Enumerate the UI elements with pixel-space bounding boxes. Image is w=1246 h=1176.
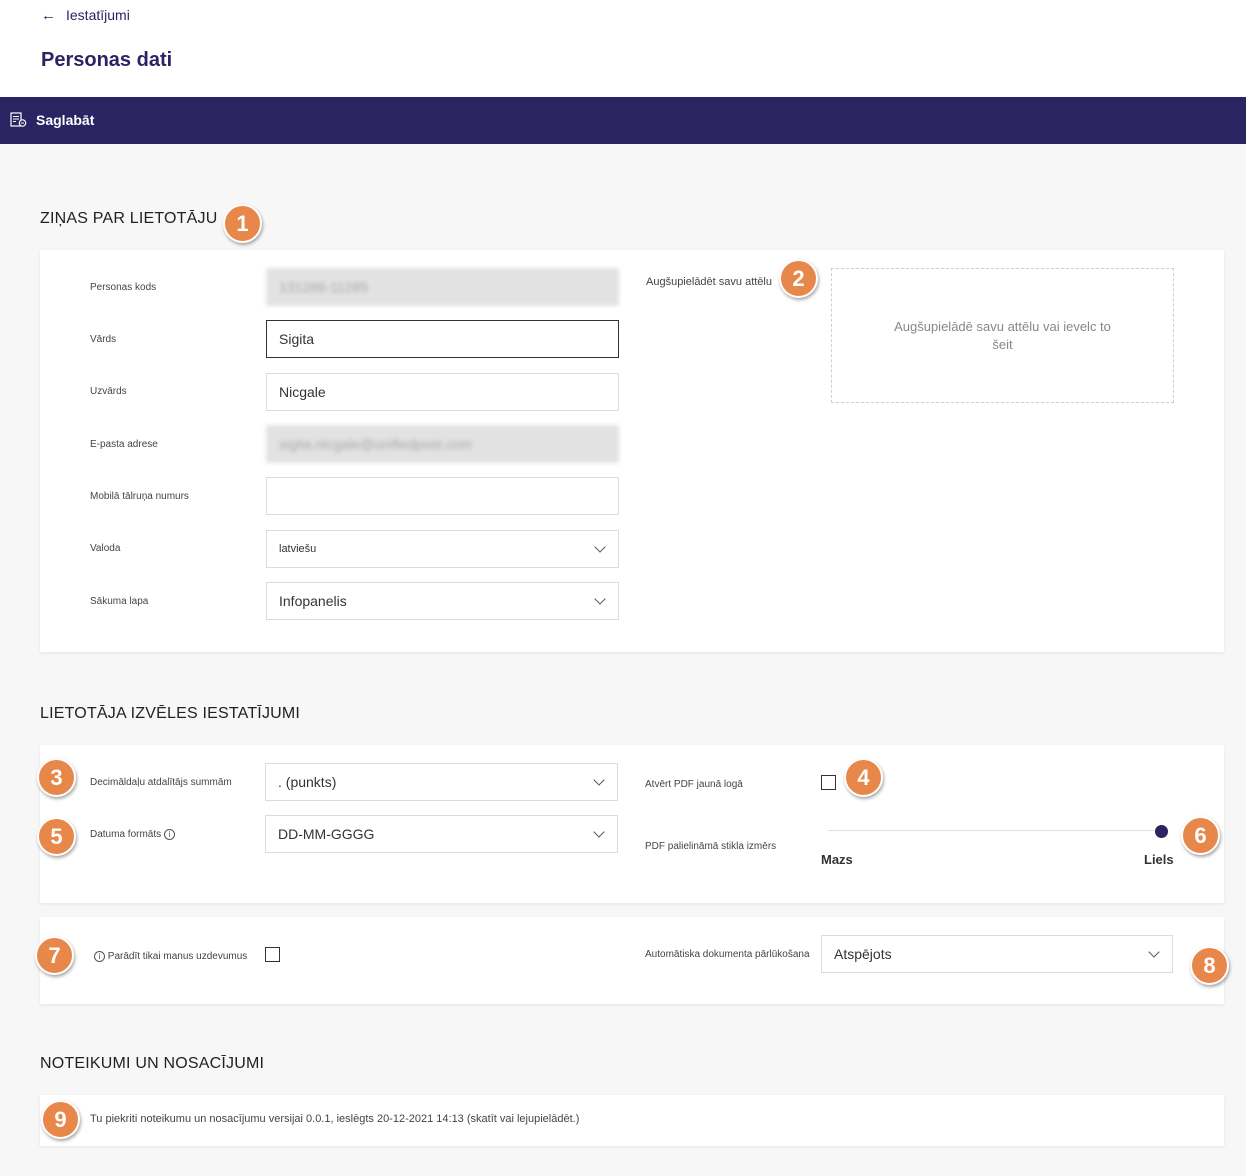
decimal-separator-select[interactable]: . (punkts) <box>265 763 618 801</box>
section-title-preferences: LIETOTĀJA IZVĒLES IESTATĪJUMI <box>40 705 301 722</box>
magnifier-size-slider-track[interactable] <box>828 830 1168 831</box>
section-title-terms: NOTEIKUMI UN NOSACĪJUMI <box>40 1055 265 1072</box>
email-label: E-pasta adrese <box>90 439 158 450</box>
callout-badge-8: 8 <box>1190 946 1229 985</box>
callout-badge-7: 7 <box>35 936 74 975</box>
language-select[interactable]: latviešu <box>266 530 619 568</box>
first-name-field[interactable]: Sigita <box>266 320 619 358</box>
info-icon[interactable]: i <box>163 829 175 840</box>
date-format-select[interactable]: DD-MM-GGGG <box>265 815 618 853</box>
callout-badge-5: 5 <box>37 817 76 856</box>
save-button[interactable]: Saglabāt <box>10 109 94 131</box>
slider-min-label: Mazs <box>821 852 853 867</box>
auto-browse-label: Automātiska dokumenta pārlūkošana <box>645 949 810 960</box>
magnifier-size-slider-handle[interactable] <box>1155 825 1168 838</box>
date-format-label: Datuma formāts i <box>90 829 175 840</box>
arrow-left-icon: ← <box>41 6 56 24</box>
auto-browse-value: Atspējots <box>834 946 892 962</box>
dropzone-text: Augšupielādē savu attēlu vai ievelc to š… <box>894 318 1111 352</box>
back-link[interactable]: ← Iestatījumi <box>41 6 130 24</box>
start-page-label: Sākuma lapa <box>90 596 149 607</box>
callout-badge-3: 3 <box>37 758 76 797</box>
callout-badge-9: 9 <box>41 1100 80 1139</box>
slider-max-label: Liels <box>1144 852 1174 867</box>
chevron-down-icon <box>593 774 605 786</box>
last-name-label: Uzvārds <box>90 386 127 397</box>
callout-badge-6: 6 <box>1181 816 1220 855</box>
page-title: Personas dati <box>41 49 173 71</box>
decimal-separator-label: Decimāldaļu atdalītājs summām <box>90 777 232 788</box>
toolbar: Saglabāt <box>0 97 1246 144</box>
save-button-label: Saglabāt <box>36 112 95 128</box>
auto-browse-select[interactable]: Atspējots <box>821 935 1173 973</box>
start-page-select[interactable]: Infopanelis <box>266 582 619 620</box>
terms-text[interactable]: Tu piekriti noteikumu un nosacījumu vers… <box>90 1113 579 1125</box>
last-name-field[interactable]: Nicgale <box>266 373 619 411</box>
preferences-card <box>40 745 1224 903</box>
open-pdf-checkbox[interactable] <box>821 775 836 790</box>
open-pdf-label: Atvērt PDF jaunā logā <box>645 779 743 790</box>
chevron-down-icon <box>1148 946 1160 958</box>
callout-badge-2: 2 <box>779 259 818 298</box>
save-document-icon <box>10 112 27 127</box>
first-name-label: Vārds <box>90 334 117 345</box>
callout-badge-4: 4 <box>844 758 883 797</box>
language-label: Valoda <box>90 543 121 554</box>
decimal-separator-value: . (punkts) <box>278 774 337 790</box>
show-my-tasks-label: i Parādīt tikai manus uzdevumus <box>94 951 247 962</box>
callout-badge-1: 1 <box>223 204 262 243</box>
date-format-label-text: Datuma formāts <box>90 829 162 841</box>
chevron-down-icon <box>594 541 606 553</box>
mobile-field[interactable] <box>266 477 619 515</box>
section-title-user-info: ZIŅAS PAR LIETOTĀJU <box>40 210 218 227</box>
top-bar: ← Iestatījumi Personas dati <box>0 0 1246 97</box>
date-format-value: DD-MM-GGGG <box>278 826 375 842</box>
personal-code-field: 131286-11285 <box>266 268 619 306</box>
upload-photo-label: Augšupielādēt savu attēlu <box>646 276 772 288</box>
back-link-label: Iestatījumi <box>66 7 130 23</box>
personal-code-label: Personas kods <box>90 282 157 293</box>
email-field: sigita.nicgale@unifiedpost.com <box>266 425 619 463</box>
photo-dropzone[interactable]: Augšupielādē savu attēlu vai ievelc to š… <box>831 268 1174 403</box>
info-icon[interactable]: i <box>94 951 105 962</box>
language-select-value: latviešu <box>279 543 317 555</box>
start-page-select-value: Infopanelis <box>279 593 347 609</box>
mobile-label: Mobilā tālruņa numurs <box>90 491 189 502</box>
chevron-down-icon <box>594 593 606 605</box>
show-my-tasks-label-text: Parādīt tikai manus uzdevumus <box>107 951 248 963</box>
magnifier-size-label: PDF palielināmā stikla izmērs <box>645 841 777 852</box>
show-my-tasks-checkbox[interactable] <box>265 947 280 962</box>
chevron-down-icon <box>593 826 605 838</box>
